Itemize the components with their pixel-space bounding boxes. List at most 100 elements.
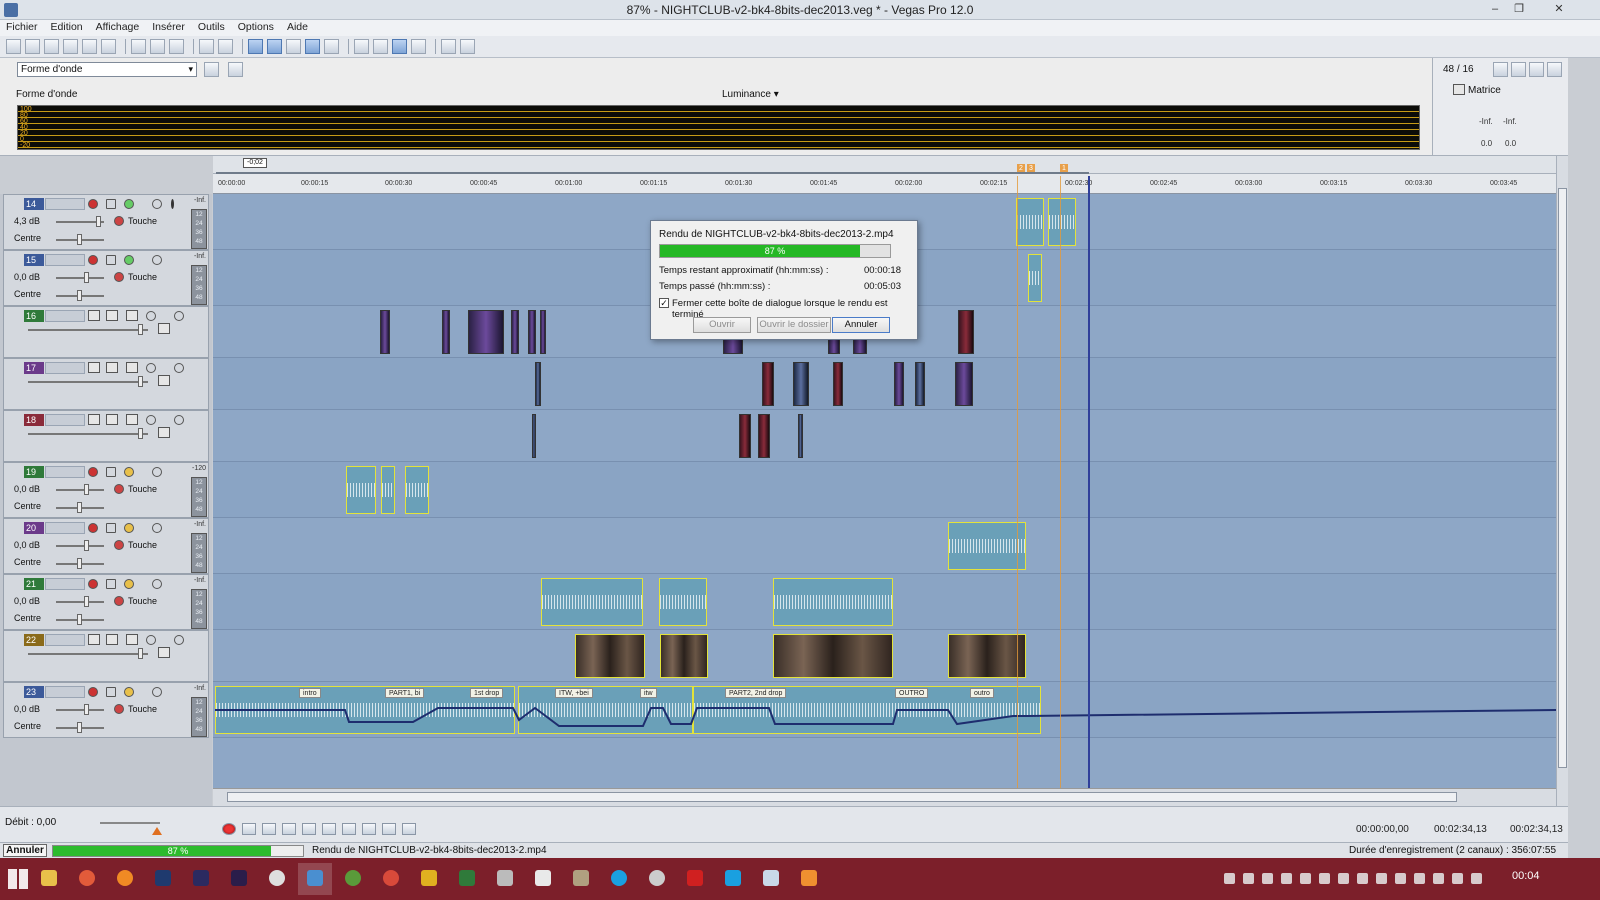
selection-tool-icon[interactable] (392, 39, 407, 54)
automation-icon[interactable] (106, 523, 116, 533)
redo-icon[interactable] (218, 39, 233, 54)
volume-slider[interactable] (56, 545, 104, 547)
compositing-mode-icon[interactable] (88, 414, 100, 425)
taskbar-browser-icon[interactable] (260, 863, 294, 895)
automation-icon[interactable] (106, 199, 116, 209)
track-header-21[interactable]: 21 -Inf. 12 24 36 48 0,0 dB Touche Centre (3, 574, 209, 630)
menu-inserer[interactable]: Insérer (146, 20, 192, 33)
video-fx-icon[interactable] (146, 363, 156, 373)
volume-knob[interactable] (96, 216, 101, 227)
level-knob[interactable] (138, 428, 143, 439)
video-fx-icon[interactable] (146, 311, 156, 321)
record-button[interactable] (222, 823, 236, 835)
mute-icon[interactable] (152, 579, 162, 589)
taskbar-skype-icon[interactable] (602, 863, 636, 895)
pan-knob[interactable] (77, 502, 82, 513)
touch-gear-icon[interactable] (114, 596, 124, 606)
taskbar-app-icon[interactable] (526, 863, 560, 895)
render-icon[interactable] (82, 39, 97, 54)
mute-icon[interactable] (174, 363, 184, 373)
automation-mode[interactable]: Touche (128, 704, 157, 714)
arm-record-icon[interactable] (88, 467, 98, 477)
track-name-field[interactable] (45, 362, 85, 374)
menu-outils[interactable]: Outils (192, 20, 232, 33)
level-slider[interactable] (28, 653, 148, 655)
track-fx-icon[interactable] (124, 687, 134, 697)
arm-record-icon[interactable] (88, 687, 98, 697)
audio-event[interactable] (1028, 254, 1042, 302)
automation-icon[interactable] (106, 687, 116, 697)
automation-mode[interactable]: Touche (128, 540, 157, 550)
taskbar-app-icon[interactable] (754, 863, 788, 895)
lane-17[interactable] (213, 358, 1556, 410)
taskbar-app-icon[interactable] (412, 863, 446, 895)
audio-event[interactable] (405, 466, 429, 514)
taskbar-vegas-icon[interactable] (298, 863, 332, 895)
track-header-19[interactable]: 19 -120 12 24 36 48 0,0 dB Touche Centre (3, 462, 209, 518)
volume-slider[interactable] (56, 709, 104, 711)
ripple-edit-icon[interactable] (286, 39, 301, 54)
playhead-cursor[interactable] (1088, 176, 1090, 806)
undo-icon[interactable] (199, 39, 214, 54)
compositing-mode-icon[interactable] (88, 310, 100, 321)
taskbar-premiere-icon[interactable] (184, 863, 218, 895)
minimize-button[interactable]: – (1484, 2, 1506, 17)
pan-knob[interactable] (77, 614, 82, 625)
video-event[interactable] (511, 310, 519, 354)
audio-event[interactable] (346, 466, 376, 514)
tray-icon[interactable] (1243, 873, 1254, 884)
track-header-22[interactable]: 22 (3, 630, 209, 682)
tray-icon[interactable] (1338, 873, 1349, 884)
audio-event[interactable] (773, 578, 893, 626)
snap-icon[interactable] (248, 39, 263, 54)
volume-knob[interactable] (84, 272, 89, 283)
automation-mode[interactable]: Touche (128, 484, 157, 494)
lock-envelopes-icon[interactable] (305, 39, 320, 54)
selection-length-time[interactable]: 00:02:34,13 (1510, 824, 1563, 835)
pause-button[interactable] (302, 823, 316, 835)
video-event[interactable] (762, 362, 774, 406)
level-slider[interactable] (28, 381, 148, 383)
track-header-20[interactable]: 20 -Inf. 12 24 36 48 0,0 dB Touche Centre (3, 518, 209, 574)
track-name-field[interactable] (45, 686, 85, 698)
automation-mode[interactable]: Touche (128, 596, 157, 606)
video-event[interactable] (380, 310, 390, 354)
tray-icon[interactable] (1357, 873, 1368, 884)
volume-icon[interactable] (1471, 873, 1482, 884)
parent-track-icon[interactable] (158, 375, 170, 386)
video-event[interactable] (955, 362, 973, 406)
compositing-mode-icon[interactable] (88, 362, 100, 373)
track-motion-icon[interactable] (126, 310, 138, 321)
volume-slider[interactable] (56, 277, 104, 279)
make-compositing-child-icon[interactable] (106, 362, 118, 373)
time-ruler[interactable]: 00:00:00 00:00:15 00:00:30 00:00:45 00:0… (213, 174, 1556, 194)
tray-icon[interactable] (1433, 873, 1444, 884)
parent-track-icon[interactable] (158, 323, 170, 334)
zoom-tool-icon[interactable] (411, 39, 426, 54)
menu-fichier[interactable]: Fichier (0, 20, 45, 33)
video-event[interactable] (773, 634, 893, 678)
tray-icon[interactable] (1376, 873, 1387, 884)
tray-icon[interactable] (1300, 873, 1311, 884)
taskbar-app-icon[interactable] (488, 863, 522, 895)
arm-record-icon[interactable] (88, 199, 98, 209)
pan-knob[interactable] (77, 234, 82, 245)
video-event[interactable] (798, 414, 803, 458)
track-fx-icon[interactable] (124, 467, 134, 477)
luminance-dropdown[interactable]: Luminance ▾ (722, 89, 779, 100)
mute-icon[interactable] (174, 415, 184, 425)
menu-affichage[interactable]: Affichage (90, 20, 147, 33)
track-header-23[interactable]: 23 -Inf. 12 24 36 48 0,0 dB Touche Centre (3, 682, 209, 738)
taskbar-excel-icon[interactable] (450, 863, 484, 895)
solo-icon[interactable] (171, 199, 174, 209)
taskbar-photoshop-icon[interactable] (146, 863, 180, 895)
video-fx-icon[interactable] (146, 635, 156, 645)
volume-knob[interactable] (84, 596, 89, 607)
taskbar-app-icon[interactable] (640, 863, 674, 895)
touch-gear-icon[interactable] (114, 704, 124, 714)
open-button[interactable]: Ouvrir (693, 317, 751, 333)
vertical-scrollbar[interactable] (1556, 156, 1568, 806)
make-compositing-child-icon[interactable] (106, 634, 118, 645)
audio-event[interactable] (1016, 198, 1044, 246)
video-fx-icon[interactable] (146, 415, 156, 425)
